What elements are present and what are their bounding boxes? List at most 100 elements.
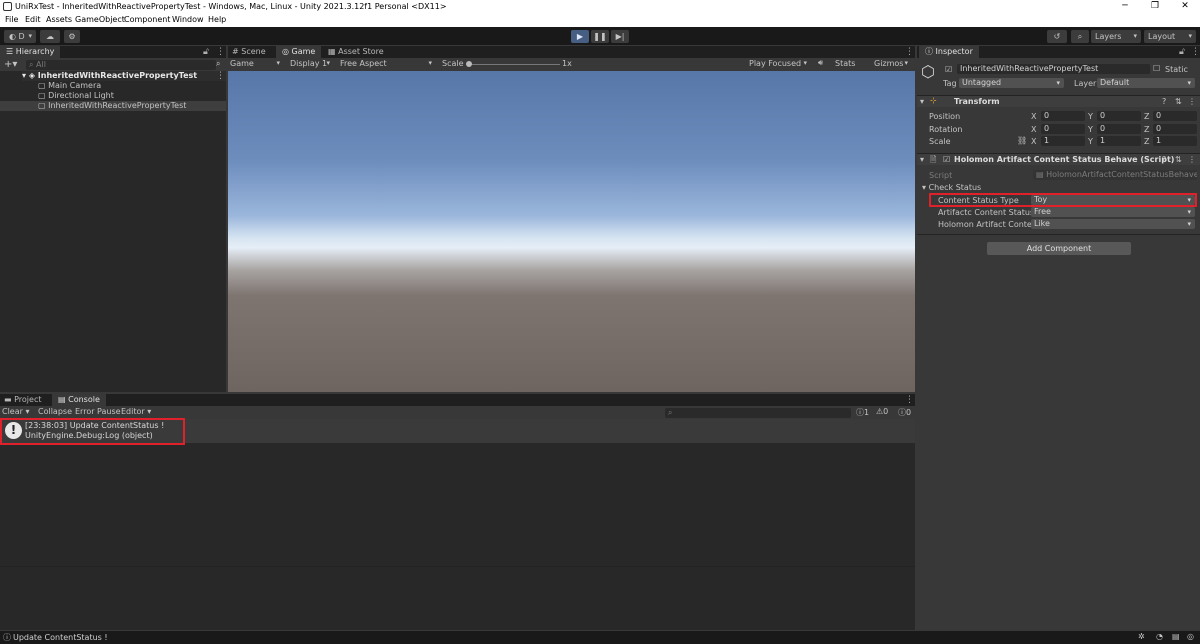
menu-assets[interactable]: Assets <box>46 15 72 24</box>
close-button[interactable]: ✕ <box>1170 0 1200 14</box>
divider <box>917 234 1200 235</box>
preset-icon[interactable]: ⇅ <box>1175 155 1182 164</box>
menu-help[interactable]: Help <box>208 15 226 24</box>
layout-dropdown[interactable]: Layout <box>1144 30 1196 43</box>
menu-component[interactable]: Component <box>124 15 170 24</box>
preset-icon[interactable]: ⇅ <box>1175 97 1182 106</box>
clear-dropdown[interactable]: Clear ▾ <box>2 407 29 416</box>
collab-button[interactable]: ⚙ <box>64 30 80 43</box>
scale-slider-track[interactable] <box>468 64 560 65</box>
error-count-toggle[interactable]: ⓘ0 <box>898 407 911 418</box>
game-mode-dropdown[interactable]: Game <box>230 59 284 68</box>
rotation-y[interactable]: 0 <box>1097 124 1141 134</box>
mute-audio-icon[interactable]: 🔊︎ <box>818 58 823 68</box>
axis-z-label: Z <box>1144 112 1150 121</box>
position-x[interactable]: 0 <box>1041 111 1085 121</box>
check-status-foldout[interactable]: ▾ Check Status <box>922 183 981 192</box>
error-pause-toggle[interactable]: Error Pause <box>75 407 121 416</box>
tab-game[interactable]: ◎ Game <box>276 46 322 58</box>
tab-console[interactable]: ▤ Console <box>52 394 106 406</box>
cloud-button[interactable]: ☁ <box>40 30 60 43</box>
scripting-icon[interactable]: ▤ <box>1172 632 1180 641</box>
scale-z[interactable]: 1 <box>1153 136 1197 146</box>
hierarchy-item-label: Directional Light <box>48 91 114 100</box>
hierarchy-icon: ☰ <box>6 47 14 56</box>
gizmos-dropdown[interactable]: Gizmos <box>874 59 912 68</box>
link-icon[interactable]: ⛓ <box>1017 136 1027 145</box>
hierarchy-item[interactable]: ▢ Main Camera <box>38 81 101 91</box>
pause-button[interactable]: ❚❚ <box>591 30 609 43</box>
tab-hierarchy-label: Hierarchy <box>15 47 55 56</box>
scale-y[interactable]: 1 <box>1097 136 1141 146</box>
kebab-menu-icon[interactable]: ⋮ <box>1191 47 1200 57</box>
component-kebab-icon[interactable]: ⋮ <box>1188 155 1196 164</box>
position-z[interactable]: 0 <box>1153 111 1197 121</box>
scale-x[interactable]: 1 <box>1041 136 1085 146</box>
hierarchy-item-selected[interactable]: ▢ InheritedWithReactivePropertyTest <box>0 101 226 111</box>
tab-asset-store[interactable]: ▦ Asset Store <box>328 46 384 58</box>
transform-header[interactable]: ▾ ⊹ Transform ? ⇅ ⋮ <box>917 95 1200 107</box>
artifact-content-status-dropdown[interactable]: Free <box>1031 207 1195 217</box>
axis-y-label: Y <box>1088 112 1093 121</box>
console-search-input[interactable]: ⌕ <box>665 408 851 418</box>
account-dropdown[interactable]: ◐ D <box>4 30 36 43</box>
holomon-artifact-content-dropdown[interactable]: Like <box>1031 219 1195 229</box>
scale-slider-handle[interactable] <box>466 61 472 67</box>
static-checkbox[interactable]: ☐ <box>1153 64 1160 73</box>
bug-report-icon[interactable]: ✲ <box>1138 632 1145 641</box>
history-button[interactable]: ↺ <box>1047 30 1067 43</box>
menu-edit[interactable]: Edit <box>25 15 41 24</box>
hierarchy-search-input[interactable]: ⌕ All <box>26 60 216 70</box>
scene-search-icon[interactable]: ⌕ <box>216 59 220 69</box>
stats-toggle[interactable]: Stats <box>835 59 855 68</box>
editor-dropdown[interactable]: Editor ▾ <box>121 407 151 416</box>
help-icon[interactable]: ? <box>1162 155 1166 164</box>
script-component-header[interactable]: ▾ 🗎 ☑ Holomon Artifact Content Status Be… <box>917 153 1200 165</box>
scene-root-row[interactable]: ▾ ◈ InheritedWithReactivePropertyTest <box>22 71 226 81</box>
add-icon[interactable]: +▾ <box>4 59 17 70</box>
rotation-x[interactable]: 0 <box>1041 124 1085 134</box>
status-message[interactable]: Update ContentStatus ! <box>13 633 108 642</box>
display-dropdown[interactable]: Display 1 <box>290 59 334 68</box>
scene-kebab-icon[interactable]: ⋮ <box>216 71 225 81</box>
maximize-button[interactable]: ❐ <box>1140 0 1170 14</box>
tag-dropdown[interactable]: Untagged <box>959 78 1064 88</box>
tab-hierarchy[interactable]: ☰ Hierarchy <box>0 46 61 58</box>
component-kebab-icon[interactable]: ⋮ <box>1188 97 1196 106</box>
collapse-toggle[interactable]: Collapse <box>38 407 72 416</box>
hierarchy-item[interactable]: ▢ Directional Light <box>38 91 114 101</box>
layer-dropdown[interactable]: Default <box>1097 78 1195 88</box>
component-enabled-checkbox[interactable]: ☑ <box>943 155 950 164</box>
rotation-z[interactable]: 0 <box>1153 124 1197 134</box>
tab-scene[interactable]: # Scene <box>232 46 266 58</box>
kebab-menu-icon[interactable]: ⋮ <box>216 47 225 57</box>
aspect-dropdown[interactable]: Free Aspect <box>340 59 436 68</box>
minimize-button[interactable]: ─ <box>1110 0 1140 14</box>
warning-count-toggle[interactable]: ⚠0 <box>876 407 888 416</box>
layers-dropdown[interactable]: Layers <box>1091 30 1141 43</box>
active-checkbox[interactable]: ☑ <box>945 65 952 74</box>
play-button[interactable]: ▶ <box>571 30 589 43</box>
play-focused-dropdown[interactable]: Play Focused <box>749 59 811 68</box>
position-y[interactable]: 0 <box>1097 111 1141 121</box>
object-name-field[interactable]: InheritedWithReactivePropertyTest <box>957 64 1150 74</box>
kebab-menu-icon[interactable]: ⋮ <box>905 47 914 57</box>
progress-icon[interactable]: ◔ <box>1156 632 1163 641</box>
step-button[interactable]: ▶| <box>611 30 629 43</box>
script-reference-field[interactable]: ▤ HolomonArtifactContentStatusBehave <box>1033 170 1197 180</box>
game-viewport[interactable] <box>228 71 915 392</box>
lock-icon[interactable]: 🔓︎ <box>203 47 209 57</box>
tab-inspector[interactable]: ⓘ Inspector <box>919 46 979 58</box>
settings-icon[interactable]: ◎ <box>1187 632 1194 641</box>
menu-gameobject[interactable]: GameObject <box>75 15 125 24</box>
lock-icon[interactable]: 🔓︎ <box>1179 47 1185 57</box>
tab-project[interactable]: ▬ Project <box>4 394 41 406</box>
help-icon[interactable]: ? <box>1162 97 1166 106</box>
kebab-menu-icon[interactable]: ⋮ <box>905 395 914 405</box>
menu-file[interactable]: File <box>5 15 18 24</box>
axis-y-label: Y <box>1088 137 1093 146</box>
search-button[interactable]: ⌕ <box>1071 30 1089 43</box>
menu-window[interactable]: Window <box>172 15 204 24</box>
add-component-button[interactable]: Add Component <box>987 242 1131 255</box>
log-count-toggle[interactable]: ⓘ1 <box>856 407 869 418</box>
